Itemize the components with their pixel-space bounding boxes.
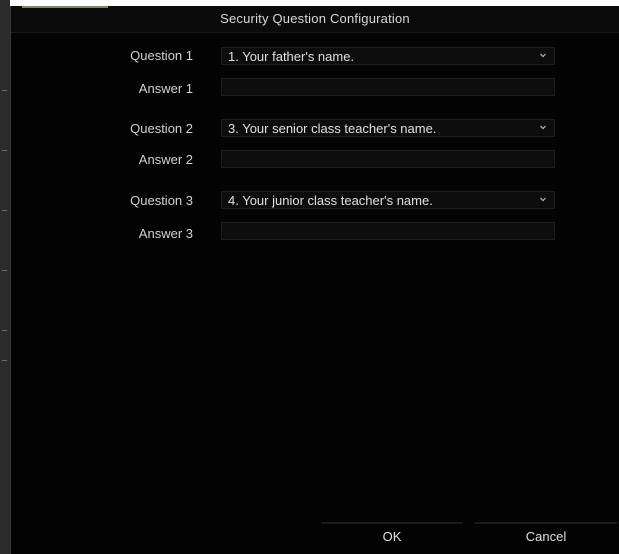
edge-mark <box>2 90 7 91</box>
edge-mark <box>2 150 7 151</box>
dialog-titlebar: Security Question Configuration <box>11 6 619 33</box>
dialog-title: Security Question Configuration <box>220 11 410 26</box>
edge-mark <box>2 330 7 331</box>
ok-button[interactable]: OK <box>321 522 463 550</box>
security-question-dialog: Security Question Configuration Question… <box>10 6 619 554</box>
answer-1-input[interactable] <box>221 78 555 96</box>
edge-mark <box>2 270 7 271</box>
answer-3-label: Answer 3 <box>138 226 193 241</box>
chevron-down-icon <box>540 197 546 202</box>
answer-2-label: Answer 2 <box>138 152 193 167</box>
chevron-down-icon <box>540 125 546 130</box>
chevron-down-icon <box>540 53 546 58</box>
question-1-label: Question 1 <box>130 48 193 63</box>
edge-mark <box>2 210 7 211</box>
question-2-selected-value: 3. Your senior class teacher's name. <box>228 121 437 136</box>
background-window-edge <box>0 0 10 554</box>
question-3-selected-value: 4. Your junior class teacher's name. <box>228 193 433 208</box>
answer-2-input[interactable] <box>221 150 555 168</box>
edge-mark <box>2 360 7 361</box>
question-2-select[interactable]: 3. Your senior class teacher's name. <box>221 119 555 137</box>
answer-3-input[interactable] <box>221 222 555 240</box>
dialog-footer: OK Cancel <box>11 518 619 554</box>
question-2-label: Question 2 <box>130 121 193 136</box>
cancel-button[interactable]: Cancel <box>475 522 617 550</box>
question-1-select[interactable]: 1. Your father's name. <box>221 47 555 65</box>
question-3-label: Question 3 <box>130 193 193 208</box>
answer-1-label: Answer 1 <box>138 81 193 96</box>
accent-line <box>22 6 108 8</box>
question-3-select[interactable]: 4. Your junior class teacher's name. <box>221 191 555 209</box>
question-1-selected-value: 1. Your father's name. <box>228 49 355 64</box>
